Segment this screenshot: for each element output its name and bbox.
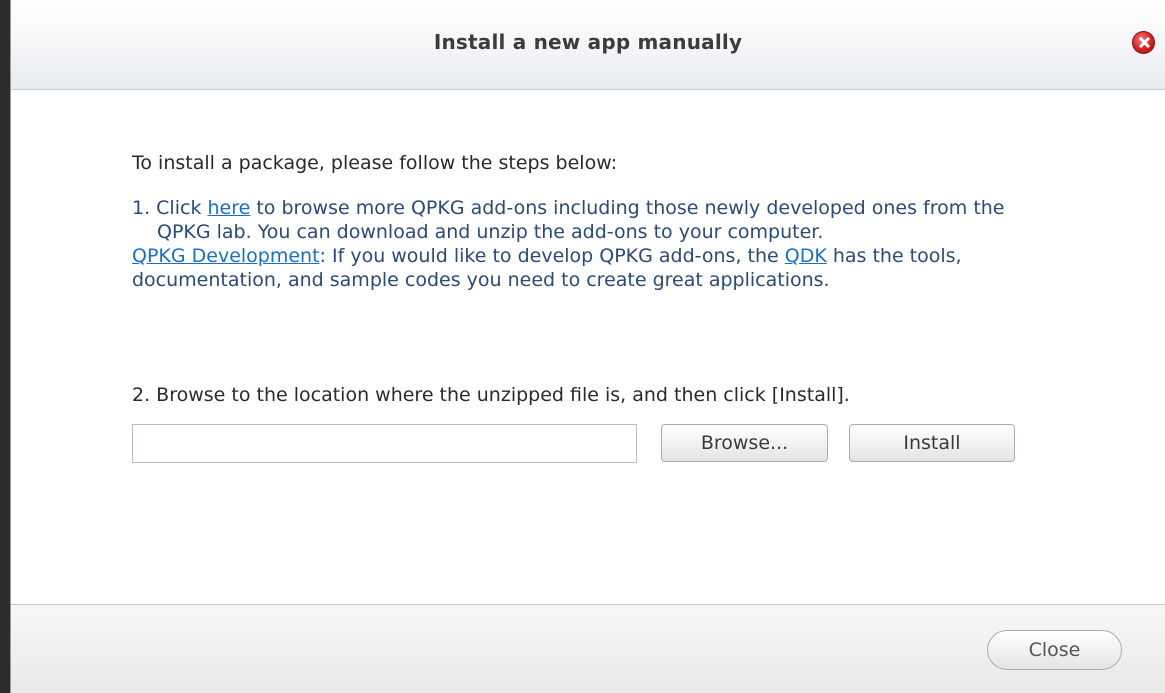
qpkg-development-link[interactable]: QPKG Development <box>132 245 320 267</box>
dialog-titlebar: Install a new app manually <box>11 0 1165 90</box>
browse-button[interactable]: Browse... <box>661 424 828 462</box>
qpkg-development-note: QPKG Development: If you would like to d… <box>132 244 1062 292</box>
install-app-dialog: Install a new app manually To install a … <box>10 0 1165 693</box>
dialog-footer: Close <box>11 604 1165 693</box>
step-1-prefix: 1. Click <box>132 197 208 219</box>
step-2: 2. Browse to the location where the unzi… <box>132 384 850 406</box>
close-button[interactable]: Close <box>987 630 1122 670</box>
dev-text-1: : If you would like to develop QPKG add-… <box>319 245 785 267</box>
install-button[interactable]: Install <box>849 424 1015 462</box>
step-1-suffix: to browse more QPKG add-ons including th… <box>157 197 1005 243</box>
qdk-link[interactable]: QDK <box>785 245 827 267</box>
steps-block: 1. Click here to browse more QPKG add-on… <box>132 196 1062 292</box>
file-path-input[interactable] <box>132 424 637 463</box>
close-circle-icon[interactable] <box>1132 31 1155 54</box>
here-link[interactable]: here <box>207 197 250 219</box>
dialog-content: To install a package, please follow the … <box>11 90 1165 604</box>
dialog-title: Install a new app manually <box>433 30 743 54</box>
step-1: 1. Click here to browse more QPKG add-on… <box>132 196 1062 244</box>
intro-text: To install a package, please follow the … <box>132 152 618 174</box>
